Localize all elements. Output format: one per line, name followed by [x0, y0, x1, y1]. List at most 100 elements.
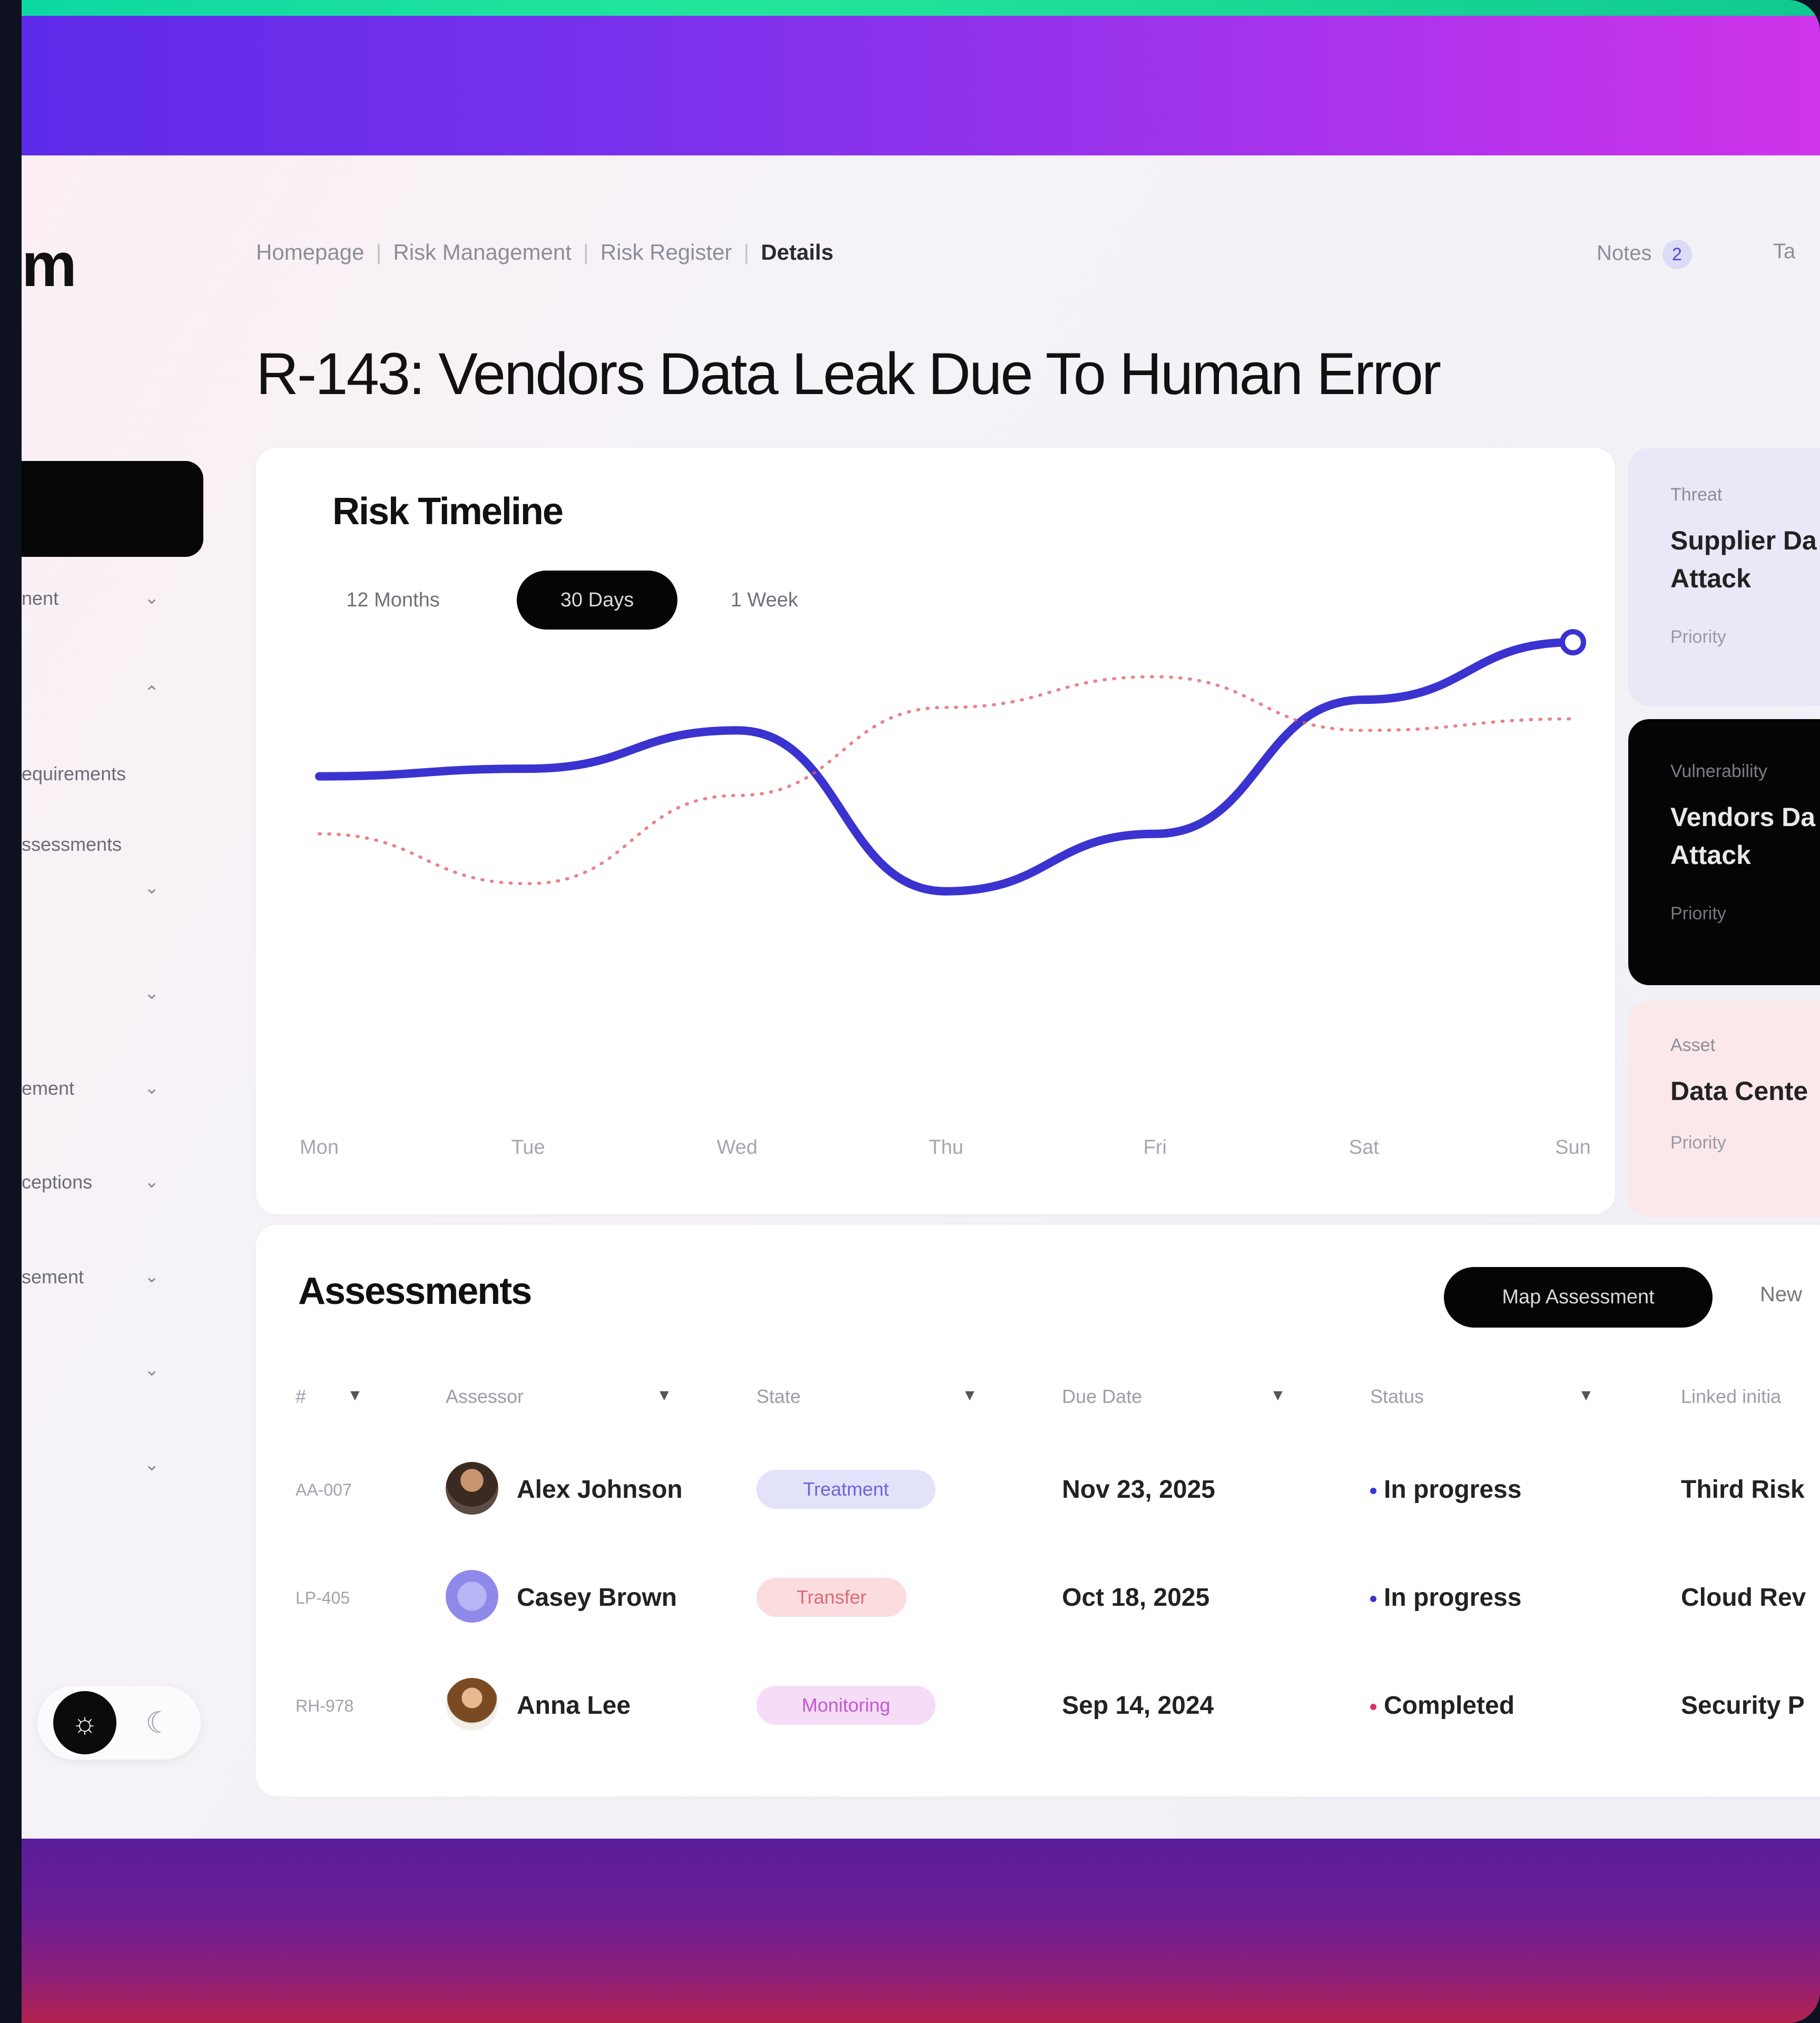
status-dot [1370, 1704, 1376, 1711]
risk-timeline-chart: Mon Tue Wed Thu Fri Sat Sun [300, 629, 1591, 1158]
vulnerability-label: Vulnerability [1670, 761, 1767, 781]
chevron-down-icon[interactable]: ⌄ [144, 1456, 160, 1474]
notes-label: Notes [1597, 241, 1652, 265]
column-header-due-date[interactable]: Due Date [1062, 1386, 1142, 1408]
sidebar-item[interactable]: nent [22, 587, 58, 610]
sidebar-active-item[interactable] [22, 461, 203, 557]
status: In progress [1370, 1475, 1521, 1504]
sort-icon[interactable]: ▼ [962, 1387, 978, 1405]
state-badge: Monitoring [756, 1686, 936, 1725]
sort-icon[interactable]: ▼ [656, 1387, 672, 1405]
map-assessment-button[interactable]: Map Assessment [1444, 1267, 1713, 1328]
chevron-down-icon[interactable]: ⌄ [144, 879, 160, 897]
x-tick-label: Mon [300, 1136, 339, 1158]
series-line-1 [315, 638, 1577, 896]
avatar [446, 1570, 498, 1623]
data-point [1560, 629, 1586, 656]
row-id: RH-978 [296, 1696, 354, 1715]
x-tick-label: Wed [717, 1136, 757, 1158]
chevron-down-icon[interactable]: ⌄ [144, 1268, 160, 1285]
state-badge: Treatment [756, 1470, 936, 1509]
sort-icon[interactable]: ▼ [1578, 1387, 1594, 1405]
status-text: Completed [1384, 1692, 1515, 1720]
page-title: R-143: Vendors Data Leak Due To Human Er… [256, 341, 1441, 407]
x-tick-label: Tue [511, 1136, 545, 1158]
status-dot [1370, 1488, 1376, 1495]
status-text: In progress [1384, 1584, 1522, 1612]
x-tick-label: Sun [1555, 1136, 1591, 1158]
threat-value: Supplier Da Attack [1670, 526, 1817, 593]
threat-label: Threat [1670, 485, 1723, 505]
chevron-down-icon[interactable]: ⌄ [144, 984, 160, 1002]
assessments-title: Assessments [298, 1270, 532, 1312]
top-accent-line [22, 0, 1820, 16]
sidebar-subitem[interactable]: ssessments [22, 833, 122, 856]
notes-count-badge: 2 [1662, 240, 1692, 269]
breadcrumb-risk-management[interactable]: Risk Management [393, 240, 571, 265]
app-window: m nent ⌄ ⌃ equirements ssessments ⌄ ⌄ em… [22, 155, 1820, 1839]
sun-icon[interactable]: ☼ [53, 1691, 116, 1754]
status: In progress [1370, 1583, 1521, 1612]
column-header-linked[interactable]: Linked initia [1681, 1386, 1781, 1408]
sort-icon[interactable]: ▼ [347, 1387, 363, 1405]
notes-tab[interactable]: Notes 2 [1597, 240, 1692, 269]
breadcrumb-details: Details [761, 240, 834, 264]
vulnerability-priority: Priority [1670, 904, 1726, 924]
column-header-state[interactable]: State [756, 1386, 801, 1408]
top-gradient-banner [22, 16, 1820, 155]
threat-priority: Priority [1670, 627, 1726, 647]
row-id: AA-007 [296, 1480, 352, 1499]
linked-initiative[interactable]: Security P [1681, 1691, 1805, 1720]
new-assessment-button[interactable]: New [1760, 1283, 1802, 1307]
vulnerability-card[interactable]: Vulnerability Vendors Da Attack Priority [1628, 719, 1820, 985]
status-dot [1370, 1596, 1376, 1603]
breadcrumb-risk-register[interactable]: Risk Register [601, 240, 732, 265]
sidebar-item[interactable]: sement [22, 1266, 84, 1288]
chevron-up-icon[interactable]: ⌃ [144, 684, 160, 702]
asset-card[interactable]: Asset Data Cente Priority [1628, 1001, 1820, 1217]
status: Completed [1370, 1691, 1514, 1720]
asset-priority: Priority [1670, 1133, 1726, 1153]
x-tick-label: Thu [929, 1136, 963, 1158]
breadcrumb-separator: | [743, 240, 750, 264]
avatar [446, 1462, 498, 1515]
sort-icon[interactable]: ▼ [1270, 1387, 1286, 1405]
chevron-down-icon[interactable]: ⌄ [144, 1079, 160, 1097]
due-date: Oct 18, 2025 [1062, 1584, 1210, 1612]
breadcrumb-separator: | [376, 240, 382, 264]
sidebar-item[interactable]: ceptions [22, 1171, 92, 1193]
assessor-name: Casey Brown [517, 1584, 677, 1612]
state-badge: Transfer [756, 1578, 907, 1617]
tab-truncated[interactable]: Ta [1773, 240, 1795, 263]
app-logo: m [22, 230, 77, 300]
chevron-down-icon[interactable]: ⌄ [144, 589, 160, 607]
breadcrumb-homepage[interactable]: Homepage [256, 240, 364, 265]
due-date: Nov 23, 2025 [1062, 1476, 1215, 1504]
bottom-gradient-banner [22, 1839, 1820, 2023]
chevron-down-icon[interactable]: ⌄ [144, 1361, 160, 1379]
row-id: LP-405 [296, 1588, 350, 1607]
linked-initiative[interactable]: Cloud Rev [1681, 1583, 1806, 1612]
column-header-id[interactable]: # [296, 1386, 306, 1408]
avatar [446, 1678, 498, 1731]
asset-value: Data Cente [1670, 1076, 1808, 1106]
threat-card[interactable]: Threat Supplier Da Attack Priority [1628, 448, 1820, 706]
breadcrumb: Homepage | Risk Management | Risk Register | D… [256, 240, 833, 265]
moon-icon[interactable]: ☾ [127, 1691, 190, 1754]
chevron-down-icon[interactable]: ⌄ [144, 1173, 160, 1191]
assessor-name: Alex Johnson [517, 1476, 683, 1504]
x-tick-label: Sat [1349, 1136, 1379, 1158]
column-header-status[interactable]: Status [1370, 1386, 1424, 1408]
vulnerability-value: Vendors Da Attack [1670, 802, 1816, 870]
breadcrumb-separator: | [583, 240, 589, 264]
linked-initiative[interactable]: Third Risk [1681, 1475, 1805, 1504]
window-frame: m nent ⌄ ⌃ equirements ssessments ⌄ ⌄ em… [22, 0, 1820, 2023]
column-header-assessor[interactable]: Assessor [446, 1386, 524, 1408]
theme-toggle[interactable]: ☼ ☾ [37, 1686, 201, 1760]
sidebar-item[interactable]: ement [22, 1077, 74, 1099]
sidebar-subitem[interactable]: equirements [22, 763, 126, 785]
risk-timeline-card: Risk Timeline 12 Months 30 Days 1 Week M… [256, 448, 1615, 1214]
asset-label: Asset [1670, 1035, 1716, 1055]
due-date: Sep 14, 2024 [1062, 1692, 1214, 1720]
status-text: In progress [1384, 1476, 1522, 1504]
